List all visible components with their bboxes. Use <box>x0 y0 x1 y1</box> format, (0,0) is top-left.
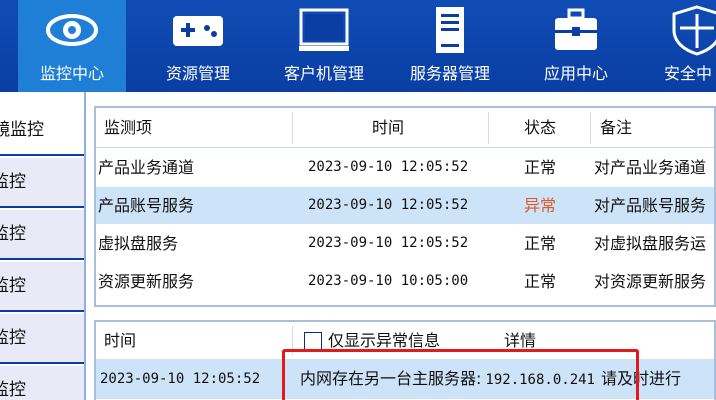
cell-note: 对资源更新服务 <box>594 272 707 291</box>
side-menu-label: 监控 <box>0 380 26 400</box>
nav-tab-resource-management[interactable]: 资源管理 <box>144 0 252 92</box>
side-menu-item[interactable]: 监控 <box>0 262 84 312</box>
table-row[interactable]: 产品账号服务 2023-09-10 12:05:52 异常 对产品账号服务 <box>96 187 714 224</box>
column-divider[interactable] <box>590 112 591 144</box>
abnormal-only-checkbox[interactable] <box>304 332 322 350</box>
table-row[interactable]: 资源更新服务 2023-09-10 10:05:00 正常 对资源更新服务 <box>96 263 714 300</box>
table-row[interactable]: 2023-09-10 12:05:52 内网存在另一台主服务器: 192.168.… <box>96 359 714 399</box>
side-menu-item[interactable]: 监控 <box>0 158 84 208</box>
cell-status-abnormal: 异常 <box>524 196 557 215</box>
abnormal-only-label[interactable]: 仅显示异常信息 <box>328 322 440 359</box>
table-header: 时间 仅显示异常信息 详情 <box>96 322 714 359</box>
side-menu-item[interactable]: 监控 <box>0 314 84 364</box>
nav-tab-client-management[interactable]: 客户机管理 <box>270 0 378 92</box>
table-row[interactable]: 产品业务通道 2023-09-10 12:05:52 正常 对产品业务通道 <box>96 149 714 186</box>
log-table: 时间 仅显示异常信息 详情 2023-09-10 12:05:52 内网存在另一… <box>94 320 716 400</box>
cell-status: 正常 <box>524 158 557 177</box>
cell-time: 2023-09-10 12:05:52 <box>100 371 261 387</box>
cell-item: 虚拟盘服务 <box>98 234 179 253</box>
side-menu-label: 监控 <box>0 276 26 296</box>
side-menu-label: 监控 <box>0 328 26 348</box>
nav-label: 资源管理 <box>165 64 230 83</box>
shield-icon <box>672 5 716 56</box>
cell-time: 2023-09-10 10:05:00 <box>308 273 469 289</box>
nav-label: 服务器管理 <box>409 64 490 83</box>
cell-note: 对虚拟盘服务运 <box>594 234 707 253</box>
server-icon <box>436 7 464 53</box>
cell-time: 2023-09-10 12:05:52 <box>308 197 469 213</box>
side-menu-label: 镜监控 <box>0 120 44 140</box>
side-menu-item[interactable]: 监控 <box>0 366 84 400</box>
column-divider[interactable] <box>292 112 293 144</box>
nav-label: 应用中心 <box>543 64 608 83</box>
column-header-note[interactable]: 备注 <box>600 108 632 148</box>
gamepad-icon <box>173 16 223 46</box>
column-header-time[interactable]: 时间 <box>372 108 404 148</box>
cell-time: 2023-09-10 12:05:52 <box>308 235 469 251</box>
column-header-time[interactable]: 时间 <box>104 322 136 359</box>
cell-note: 对产品业务通道 <box>594 158 707 177</box>
toolbox-icon <box>555 8 597 50</box>
table-header: 监测项 时间 状态 备注 <box>96 108 714 148</box>
cell-detail: 内网存在另一台主服务器: 192.168.0.241 请及时进行 <box>300 359 681 399</box>
cell-item: 产品业务通道 <box>98 158 195 177</box>
nav-tab-security-center[interactable]: 安全中 <box>648 0 716 92</box>
nav-label: 监控中心 <box>39 64 104 83</box>
column-header-item[interactable]: 监测项 <box>104 108 152 148</box>
nav-label: 客户机管理 <box>283 64 364 83</box>
cell-note: 对产品账号服务 <box>594 196 707 215</box>
column-header-detail[interactable]: 详情 <box>504 322 536 359</box>
cell-time: 2023-09-10 12:05:52 <box>308 159 469 175</box>
detail-ip: 192.168.0.241 <box>485 372 595 388</box>
detail-text-suffix: 请及时进行 <box>600 369 681 388</box>
table-row[interactable]: 虚拟盘服务 2023-09-10 12:05:52 正常 对虚拟盘服务运 <box>96 225 714 262</box>
nav-tab-app-center[interactable]: 应用中心 <box>522 0 630 92</box>
cell-item: 产品账号服务 <box>98 196 195 215</box>
cell-item: 资源更新服务 <box>98 272 195 291</box>
monitor-items-table: 监测项 时间 状态 备注 产品业务通道 2023-09-10 12:05:52 … <box>94 106 716 307</box>
cell-status: 正常 <box>524 234 557 253</box>
cell-status: 正常 <box>524 272 557 291</box>
column-divider[interactable] <box>488 112 489 144</box>
nav-tab-server-management[interactable]: 服务器管理 <box>396 0 504 92</box>
side-menu-label: 监控 <box>0 172 26 192</box>
detail-text: 内网存在另一台主服务器: <box>300 369 482 388</box>
top-navigation-bar: 监控中心 资源管理 客户机管理 服务器管理 应用中心 安全中 <box>0 0 716 92</box>
side-menu-label: 监控 <box>0 224 26 244</box>
nav-label: 安全中 <box>664 64 713 83</box>
nav-tab-monitor-center[interactable]: 监控中心 <box>18 0 126 92</box>
column-header-status[interactable]: 状态 <box>524 108 556 148</box>
eye-icon <box>46 14 98 46</box>
side-menu: 镜监控 监控 监控 监控 监控 监控 <box>0 92 86 400</box>
column-divider[interactable] <box>292 326 293 355</box>
side-menu-item[interactable]: 镜监控 <box>0 106 84 156</box>
side-menu-item[interactable]: 监控 <box>0 210 84 260</box>
monitor-icon <box>299 8 349 51</box>
